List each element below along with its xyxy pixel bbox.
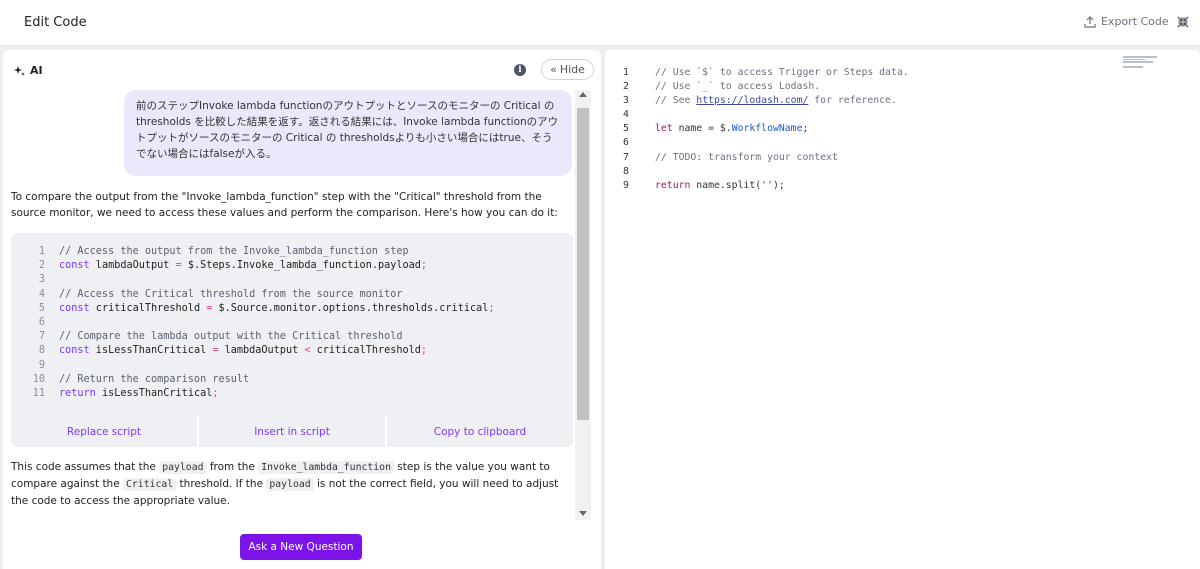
editor-line: 6 xyxy=(623,137,629,149)
scroll-up-arrow-icon[interactable] xyxy=(579,92,587,97)
code-line: 2 const lambdaOutput = $.Steps.Invoke_lam… xyxy=(38,260,428,272)
code-editor[interactable]: 1// Use `$` to access Trigger or Steps d… xyxy=(605,50,1200,569)
export-code-label: Export Code xyxy=(1101,15,1169,28)
editor-line: 4 xyxy=(623,109,629,121)
hide-button[interactable]: « Hide xyxy=(541,59,594,80)
editor-line: 2// Use `_` to access Lodash. xyxy=(623,81,821,93)
code-line: 1// Access the output from the Invoke_la… xyxy=(38,246,409,257)
copy-to-clipboard-button[interactable]: Copy to clipboard xyxy=(387,416,573,447)
ai-assistant-panel: AI i « Hide 前のステップInvoke lambda function… xyxy=(3,50,601,569)
editor-line: 1// Use `$` to access Trigger or Steps d… xyxy=(623,67,909,78)
code-actions: Replace script Insert in script Copy to … xyxy=(11,416,573,447)
double-chevron-left-icon: « xyxy=(550,63,557,76)
editor-line: 3// See https://lodash.com/ for referenc… xyxy=(623,94,909,108)
code-line: 6 xyxy=(38,316,45,328)
editor-line: 7// TODO: transform your context xyxy=(623,151,838,163)
ai-response-note: This code assumes that the payload from … xyxy=(11,461,559,507)
replace-script-button[interactable]: Replace script xyxy=(11,416,197,447)
code-line: 7// Compare the lambda output with the C… xyxy=(38,331,403,343)
top-bar: Edit Code Export Code xyxy=(0,0,1200,46)
editor-line: 5 let name = $. WorkflowName; xyxy=(623,123,809,135)
ai-response-intro: To compare the output from the "Invoke_l… xyxy=(11,191,558,219)
code-line: 10// Return the comparison result xyxy=(32,373,250,385)
editor-minimap[interactable] xyxy=(1123,56,1159,70)
upload-icon xyxy=(1084,15,1096,28)
chat-scroll-area[interactable]: 前のステップInvoke lambda functionのアウトプットとソースの… xyxy=(3,90,591,520)
export-code-button[interactable]: Export Code xyxy=(1084,15,1169,28)
code-line: 3 xyxy=(38,274,45,286)
lodash-link[interactable]: https://lodash.com/ xyxy=(696,94,808,108)
code-line: 5 const criticalThreshold = $.Source.moni… xyxy=(38,302,495,314)
info-icon[interactable]: i xyxy=(514,64,526,76)
sparkle-icon xyxy=(14,65,25,76)
scroll-down-arrow-icon[interactable] xyxy=(579,511,587,516)
collapse-arrows-icon[interactable] xyxy=(1176,15,1190,29)
code-line: 11 return isLessThanCritical; xyxy=(32,387,219,399)
hide-label: Hide xyxy=(559,63,585,76)
editor-line: 9 return name.split(''); xyxy=(623,179,785,191)
code-snippet: 1// Access the output from the Invoke_la… xyxy=(11,233,573,416)
editor-code-area[interactable]: 1// Use `$` to access Trigger or Steps d… xyxy=(623,66,909,193)
user-message-bubble: 前のステップInvoke lambda functionのアウトプットとソースの… xyxy=(124,90,572,176)
scrollbar-thumb[interactable] xyxy=(577,108,589,420)
code-line: 8 const isLessThanCritical = lambdaOutput… xyxy=(38,345,428,357)
editor-line: 8 xyxy=(623,165,629,177)
page-title: Edit Code xyxy=(24,15,87,30)
code-line: 9 xyxy=(38,359,45,371)
ai-title: AI xyxy=(30,64,43,77)
chat-scrollbar[interactable] xyxy=(575,90,591,520)
ai-header: AI xyxy=(13,64,43,77)
ask-new-question-button[interactable]: Ask a New Question xyxy=(240,534,362,560)
code-line: 4// Access the Critical threshold from t… xyxy=(38,288,403,300)
insert-in-script-button[interactable]: Insert in script xyxy=(199,416,385,447)
